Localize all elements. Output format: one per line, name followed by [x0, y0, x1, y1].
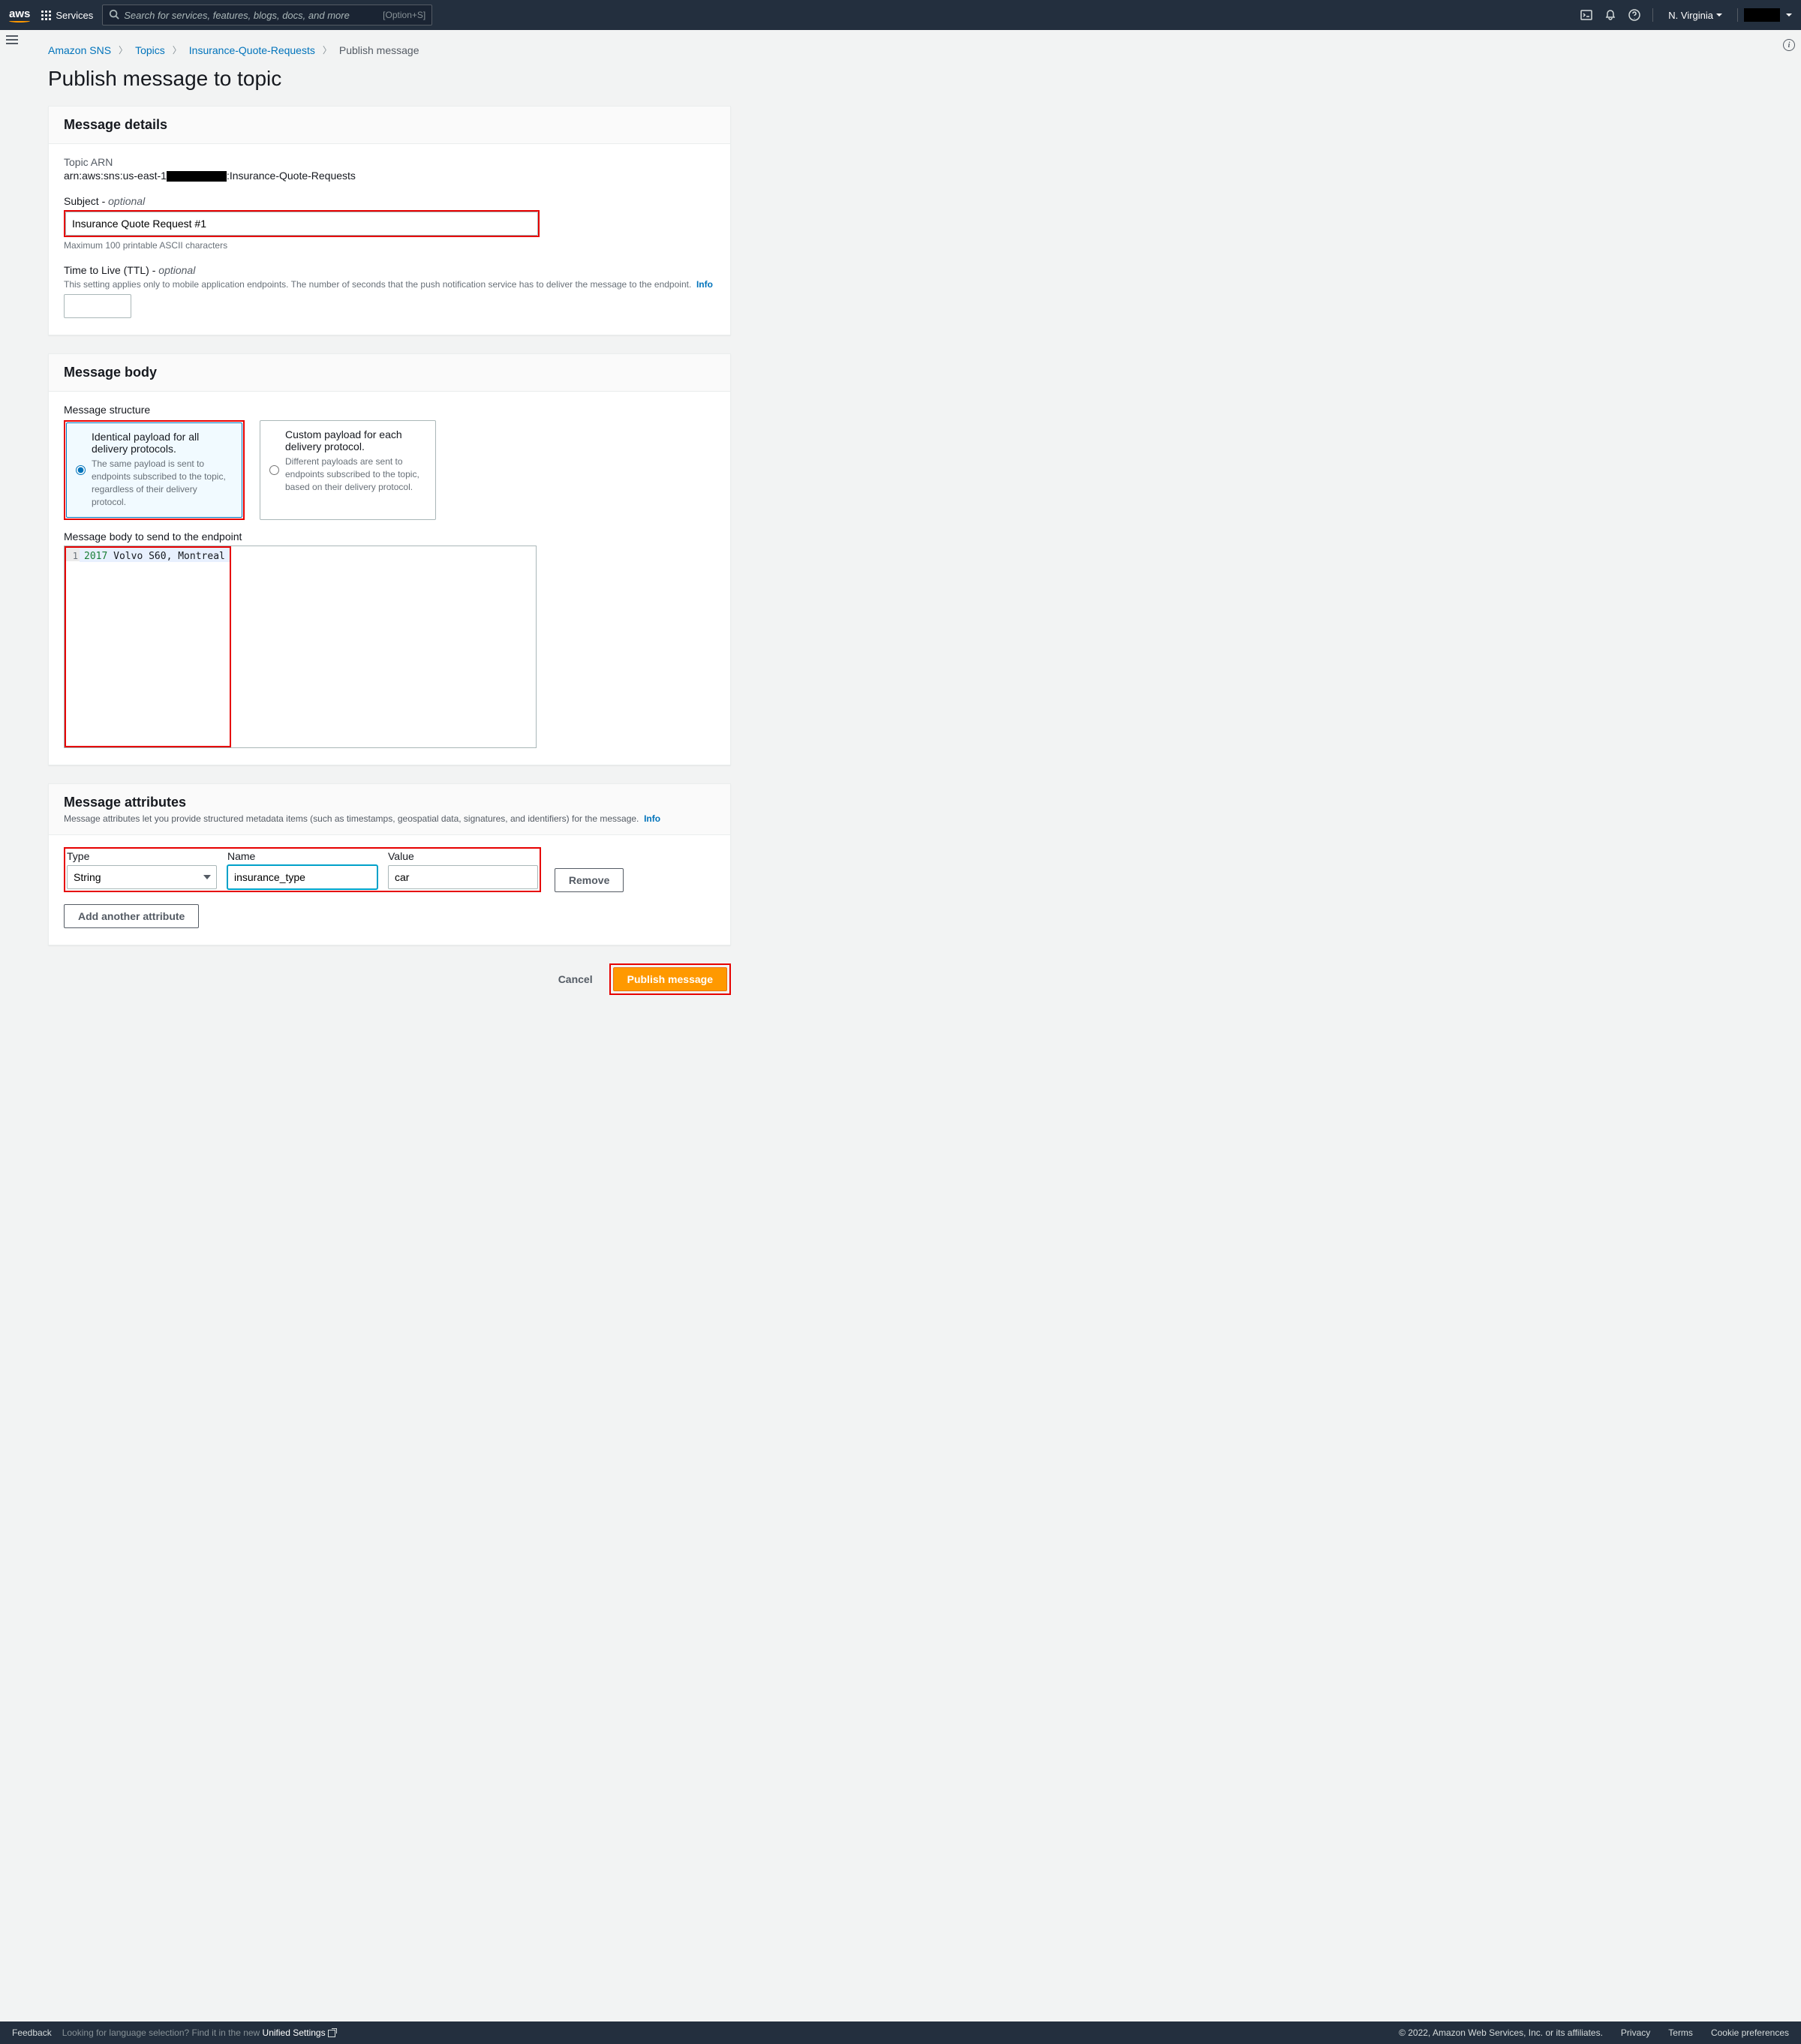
external-link-icon — [328, 2030, 335, 2037]
unified-settings-link[interactable]: Unified Settings — [263, 2027, 326, 2038]
attribute-name-input[interactable] — [227, 865, 377, 889]
code-line-1: 2017 Volvo S60, Montreal — [80, 548, 230, 562]
add-attribute-button[interactable]: Add another attribute — [64, 904, 199, 928]
grid-icon — [41, 10, 51, 20]
main-content: Amazon SNS 〉 Topics 〉 Insurance-Quote-Re… — [0, 30, 758, 1055]
notifications-icon[interactable] — [1598, 3, 1622, 27]
value-label: Value — [388, 850, 538, 862]
message-body-editor[interactable]: 1 2017 Volvo S60, Montreal — [64, 546, 537, 748]
name-label: Name — [227, 850, 377, 862]
privacy-link[interactable]: Privacy — [1621, 2027, 1650, 2038]
attribute-value-input[interactable] — [388, 865, 538, 889]
type-label: Type — [67, 850, 217, 862]
breadcrumb-topics[interactable]: Topics — [135, 44, 165, 56]
radio-identical-payload[interactable]: Identical payload for all delivery proto… — [66, 422, 242, 518]
attrs-header: Message attributes — [64, 795, 715, 810]
publish-button[interactable]: Publish message — [613, 967, 727, 991]
details-header: Message details — [64, 117, 715, 133]
cookie-link[interactable]: Cookie preferences — [1711, 2027, 1789, 2038]
subject-label: Subject - optional — [64, 195, 715, 207]
form-actions: Cancel Publish message — [48, 963, 731, 995]
top-nav: aws Services Search for services, featur… — [0, 0, 1801, 30]
chevron-right-icon: 〉 — [323, 44, 332, 56]
subject-input[interactable] — [65, 212, 538, 236]
search-input[interactable]: Search for services, features, blogs, do… — [102, 5, 432, 26]
radio2-sub: Different payloads are sent to endpoints… — [285, 455, 426, 493]
region-label: N. Virginia — [1668, 10, 1713, 21]
radio1-title: Identical payload for all delivery proto… — [92, 431, 233, 455]
attrs-desc: Message attributes let you provide struc… — [64, 813, 715, 824]
search-icon — [109, 9, 119, 22]
body-label: Message body to send to the endpoint — [64, 531, 715, 543]
chevron-right-icon: 〉 — [173, 44, 182, 56]
radio2-title: Custom payload for each delivery protoco… — [285, 428, 426, 452]
arn-suffix: :Insurance-Quote-Requests — [227, 170, 356, 182]
ttl-info-link[interactable]: Info — [696, 279, 713, 290]
services-button[interactable]: Services — [41, 10, 93, 21]
caret-down-icon — [1716, 14, 1722, 17]
remove-attribute-button[interactable]: Remove — [555, 868, 624, 892]
radio1-sub: The same payload is sent to endpoints su… — [92, 458, 233, 508]
user-redacted — [1744, 8, 1780, 22]
arn-value: arn:aws:sns:us-east-1 :Insurance-Quote-Re… — [64, 170, 715, 182]
arn-prefix: arn:aws:sns:us-east-1 — [64, 170, 167, 182]
services-label: Services — [56, 10, 93, 21]
caret-down-icon — [1786, 14, 1792, 17]
region-selector[interactable]: N. Virginia — [1668, 10, 1722, 21]
ttl-input[interactable] — [64, 294, 131, 318]
help-icon[interactable] — [1622, 3, 1646, 27]
radio-custom-payload[interactable]: Custom payload for each delivery protoco… — [260, 420, 436, 520]
terms-link[interactable]: Terms — [1668, 2027, 1693, 2038]
breadcrumb-sns[interactable]: Amazon SNS — [48, 44, 111, 56]
footer: Feedback Looking for language selection?… — [0, 2021, 1801, 2044]
search-shortcut: [Option+S] — [383, 10, 425, 20]
breadcrumb: Amazon SNS 〉 Topics 〉 Insurance-Quote-Re… — [48, 44, 731, 56]
radio-identical-input[interactable] — [76, 432, 86, 508]
subject-hint: Maximum 100 printable ASCII characters — [64, 240, 715, 251]
attrs-info-link[interactable]: Info — [644, 813, 660, 824]
ttl-label: Time to Live (TTL) - optional — [64, 264, 715, 276]
aws-logo[interactable]: aws — [9, 8, 30, 23]
help-panel-toggle[interactable]: i — [1783, 39, 1795, 51]
page-title: Publish message to topic — [48, 67, 731, 91]
editor-gutter: 1 — [66, 548, 80, 561]
message-body-panel: Message body Message structure Identical… — [48, 353, 731, 765]
breadcrumb-current: Publish message — [339, 44, 419, 56]
attribute-type-select[interactable]: String — [67, 865, 217, 889]
cancel-button[interactable]: Cancel — [549, 969, 602, 990]
lang-hint: Looking for language selection? Find it … — [62, 2027, 335, 2038]
radio-custom-input[interactable] — [269, 430, 279, 510]
message-details-panel: Message details Topic ARN arn:aws:sns:us… — [48, 106, 731, 335]
search-placeholder: Search for services, features, blogs, do… — [124, 10, 350, 21]
cloudshell-icon[interactable] — [1574, 3, 1598, 27]
structure-label: Message structure — [64, 404, 715, 416]
breadcrumb-topic-name[interactable]: Insurance-Quote-Requests — [189, 44, 315, 56]
arn-label: Topic ARN — [64, 156, 715, 168]
copyright: © 2022, Amazon Web Services, Inc. or its… — [1399, 2027, 1603, 2038]
message-attributes-panel: Message attributes Message attributes le… — [48, 783, 731, 945]
chevron-right-icon: 〉 — [119, 44, 128, 56]
arn-redacted — [167, 171, 227, 182]
account-menu[interactable] — [1744, 8, 1792, 22]
body-header: Message body — [64, 365, 715, 380]
ttl-hint: This setting applies only to mobile appl… — [64, 279, 715, 290]
feedback-link[interactable]: Feedback — [12, 2027, 52, 2038]
